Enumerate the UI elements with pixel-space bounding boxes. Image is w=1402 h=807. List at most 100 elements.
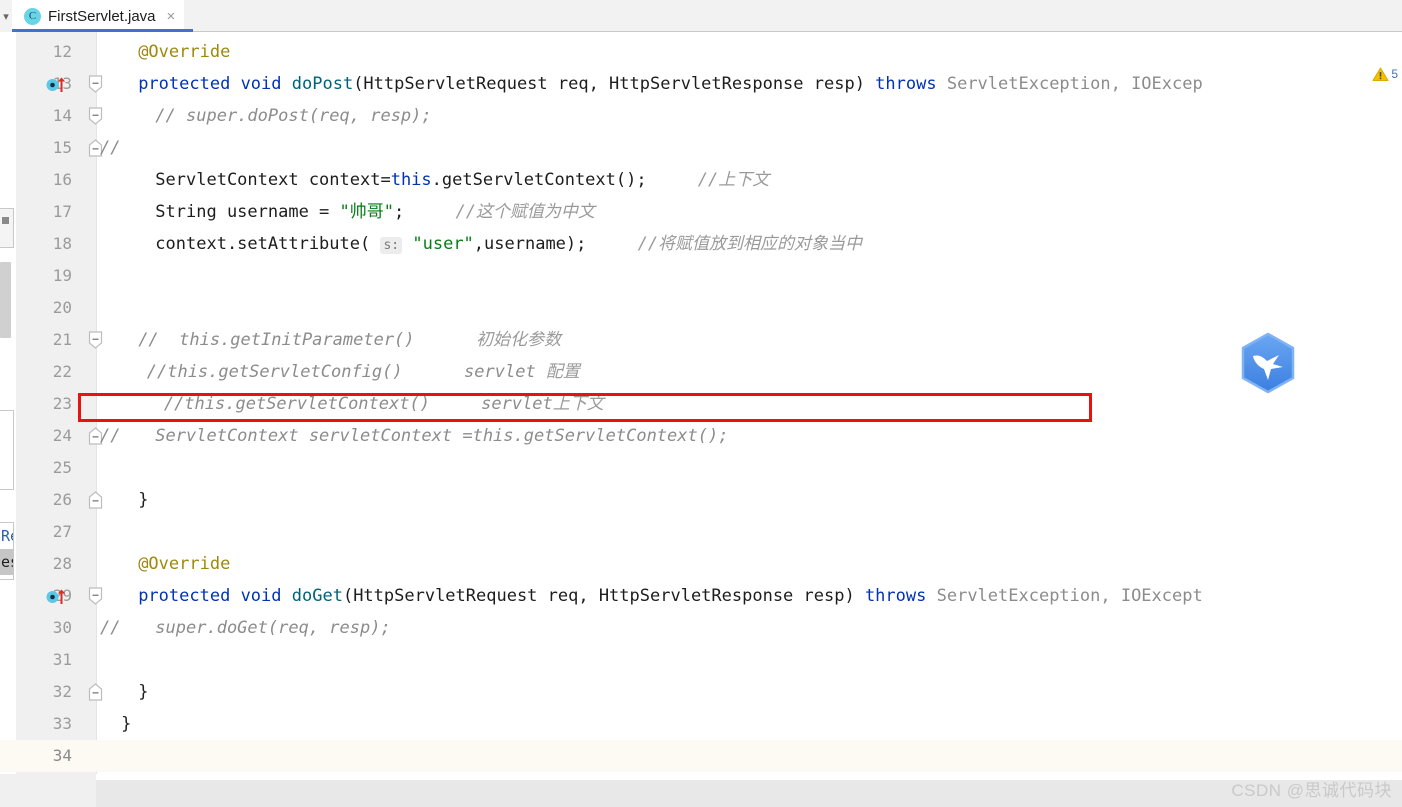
code-fold-fold-start-icon[interactable]: [88, 587, 103, 605]
code-line[interactable]: 26}: [0, 484, 1402, 516]
code-token: }: [121, 714, 132, 734]
completion-popup-cutoff[interactable]: [0, 410, 14, 490]
code-fold-fold-end-icon[interactable]: [88, 491, 103, 509]
code-line[interactable]: 17 String username = "帅哥"; //这个赋值为中文: [0, 196, 1402, 228]
code-token: ServletContext servletContext =this.getS…: [155, 426, 729, 446]
code-text: //this.getServletConfig() servlet 配置: [147, 356, 580, 388]
code-text: }: [138, 676, 148, 708]
code-line[interactable]: 27: [0, 516, 1402, 548]
gutter-comment-marker: //: [100, 138, 121, 158]
code-text: }: [121, 708, 131, 740]
code-line[interactable]: 32}: [0, 676, 1402, 708]
inspection-widget[interactable]: 5: [1372, 66, 1398, 82]
code-line[interactable]: 34: [0, 740, 1402, 772]
line-number: 27: [52, 522, 72, 541]
line-number: 28: [52, 554, 72, 573]
code-line[interactable]: 15 //: [0, 132, 1402, 164]
code-token: protected: [138, 74, 231, 94]
code-token: }: [138, 682, 149, 702]
code-token: "user": [412, 234, 474, 254]
code-token: ,username);: [473, 234, 587, 254]
code-token: ServletException, IOExcept: [936, 586, 1203, 606]
code-token: (HttpServletRequest req, HttpServletResp…: [353, 74, 876, 94]
code-token: doPost: [291, 74, 354, 94]
code-text: protected void doPost(HttpServletRequest…: [138, 68, 1203, 100]
completion-popup-items[interactable]: Rees: [0, 522, 14, 580]
code-line[interactable]: 25: [0, 452, 1402, 484]
code-token: void: [240, 586, 282, 606]
tab-list-chevron[interactable]: ▾: [0, 0, 12, 32]
bottom-gutter-block: [0, 774, 96, 807]
code-token: protected: [138, 586, 231, 606]
warning-triangle-icon: [1372, 67, 1389, 81]
code-editor[interactable]: 12 @Override 13protected void doPost(HttpS…: [0, 32, 1402, 774]
code-text: }: [138, 484, 148, 516]
line-number: 20: [52, 298, 72, 317]
code-line[interactable]: 18 context.setAttribute( s: "user",userna…: [0, 228, 1402, 260]
code-line[interactable]: 29protected void doGet(HttpServletReques…: [0, 580, 1402, 612]
line-number: 31: [52, 650, 72, 669]
code-line[interactable]: 31: [0, 644, 1402, 676]
java-class-icon: C: [24, 7, 41, 25]
code-line[interactable]: 33}: [0, 708, 1402, 740]
editor-scrollbar-thumb[interactable]: [0, 262, 11, 338]
code-token: "帅哥": [339, 202, 395, 222]
code-line[interactable]: 13protected void doPost(HttpServletReque…: [0, 68, 1402, 100]
code-line[interactable]: 23 //this.getServletContext() servlet上下文: [0, 388, 1402, 420]
code-line[interactable]: 22 //this.getServletConfig() servlet 配置: [0, 356, 1402, 388]
code-text: ServletContext context=this.getServletCo…: [155, 164, 769, 196]
line-number: 17: [52, 202, 72, 221]
code-line[interactable]: 21 // this.getInitParameter() 初始化参数: [0, 324, 1402, 356]
watermark-text: CSDN @思诚代码块: [1231, 781, 1392, 800]
line-number: 32: [52, 682, 72, 701]
code-text: // this.getInitParameter() 初始化参数: [138, 324, 561, 356]
code-fold-fold-mid-icon[interactable]: [88, 107, 103, 125]
close-icon[interactable]: ×: [167, 9, 176, 24]
code-line[interactable]: 20: [0, 292, 1402, 324]
code-token: servlet: [402, 362, 546, 382]
bottom-tool-panel[interactable]: [96, 780, 1402, 807]
code-token: // this.getInitParameter(): [138, 330, 415, 350]
line-number: 30: [52, 618, 72, 637]
code-fold-fold-mid-icon[interactable]: [88, 331, 103, 349]
code-line[interactable]: 14 // super.doPost(req, resp);: [0, 100, 1402, 132]
code-token: throws: [875, 74, 937, 94]
code-text: super.doGet(req, resp);: [155, 612, 390, 644]
line-number: 12: [52, 42, 72, 61]
code-token: context.setAttribute(: [155, 234, 381, 254]
code-token: super.doGet(req, resp);: [155, 618, 391, 638]
code-line[interactable]: 19: [0, 260, 1402, 292]
code-line[interactable]: 16 ServletContext context=this.getServlet…: [0, 164, 1402, 196]
line-number: 25: [52, 458, 72, 477]
line-number: 21: [52, 330, 72, 349]
code-token: //将赋值放到相应的对象当中: [637, 234, 863, 254]
code-token: ServletContext context=: [155, 170, 391, 190]
code-token: //上下文: [697, 170, 770, 190]
code-token: .getServletContext();: [431, 170, 647, 190]
code-fold-fold-start-icon[interactable]: [88, 75, 103, 93]
code-text: String username = "帅哥"; //这个赋值为中文: [155, 196, 595, 228]
code-line[interactable]: 30 // super.doGet(req, resp);: [0, 612, 1402, 644]
gutter-comment-marker: //: [100, 426, 121, 446]
code-line[interactable]: 12 @Override: [0, 36, 1402, 68]
tab-firstservlet-java[interactable]: C FirstServlet.java ×: [12, 0, 185, 32]
override-method-icon[interactable]: [46, 76, 70, 93]
code-fold-fold-end-icon[interactable]: [88, 683, 103, 701]
completion-item[interactable]: Re: [0, 523, 13, 549]
line-number: 18: [52, 234, 72, 253]
edge-panel-marker: [2, 217, 9, 224]
code-token: //this.getServletConfig(): [146, 362, 403, 382]
completion-item[interactable]: es: [0, 549, 13, 575]
code-token: void: [240, 74, 282, 94]
code-line[interactable]: 24 // ServletContext servletContext =this.…: [0, 420, 1402, 452]
code-token: this: [390, 170, 432, 190]
code-line[interactable]: 28 @Override: [0, 548, 1402, 580]
override-method-icon[interactable]: [46, 588, 70, 605]
inspection-count: 5: [1391, 67, 1398, 81]
tab-label: FirstServlet.java: [48, 7, 156, 25]
